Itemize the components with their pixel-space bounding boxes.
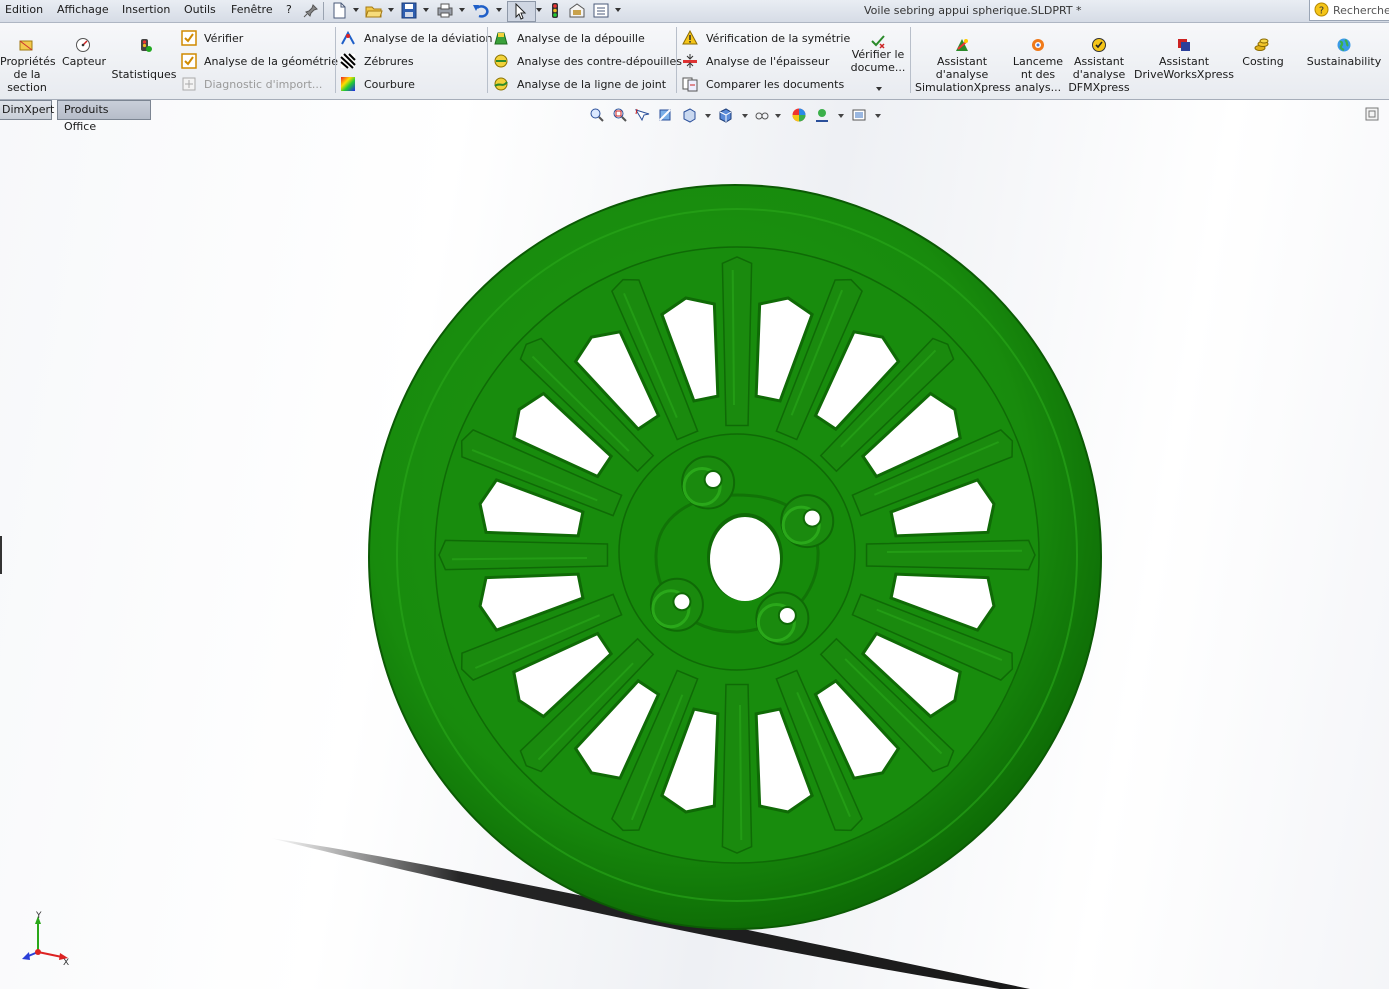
deviation-analysis-button[interactable]: Analyse de la déviation — [364, 32, 492, 45]
compare-documents-icon — [682, 77, 698, 92]
costing-button[interactable]: Costing — [1236, 55, 1290, 68]
triad-x-label: X — [63, 958, 69, 968]
sustainability-button[interactable]: Sustainability — [1302, 55, 1386, 68]
coordinate-triad: Y X — [22, 911, 69, 968]
curvature-icon — [341, 77, 355, 91]
verify-checkbox-icon — [181, 30, 197, 46]
chevron-down-icon[interactable] — [615, 8, 621, 12]
options-icon[interactable] — [568, 2, 586, 19]
section-properties-icon — [19, 40, 33, 51]
geometry-analysis-icon — [181, 53, 197, 69]
sustainability-globe-icon — [1337, 38, 1351, 52]
wheel-spoke-highlight — [452, 556, 588, 561]
chevron-down-icon[interactable] — [388, 8, 394, 12]
chevron-down-icon[interactable] — [536, 8, 542, 12]
thickness-analysis-icon — [683, 54, 697, 68]
draft-analysis-icon — [494, 32, 508, 45]
compare-documents-button[interactable]: Comparer les documents — [706, 78, 844, 91]
thickness-analysis-button[interactable]: Analyse de l'épaisseur — [706, 55, 829, 68]
driveworksxpress-icon — [1178, 39, 1190, 51]
symmetry-check-button[interactable]: Vérification de la symétrie — [706, 32, 850, 45]
wheel-spoke — [721, 683, 753, 854]
sensor-icon — [76, 38, 90, 52]
wheel-spoke-highlight — [731, 270, 736, 406]
pin-icon[interactable] — [302, 2, 320, 19]
undo-icon[interactable] — [472, 2, 490, 19]
deviation-analysis-icon — [341, 30, 355, 45]
chevron-down-icon[interactable] — [876, 87, 882, 91]
import-diagnostics-button[interactable]: Diagnostic d'import... — [204, 78, 322, 91]
lug-boss — [780, 494, 835, 549]
simulationxpress-icon — [956, 39, 968, 51]
verify-button[interactable]: Vérifier — [204, 32, 243, 45]
ribbon-separator — [676, 27, 677, 93]
print-icon[interactable] — [436, 2, 454, 19]
ribbon-separator — [910, 27, 911, 93]
search-placeholder[interactable]: Recherche — [1333, 4, 1389, 17]
dfmxpress-icon — [1092, 38, 1106, 52]
simulationxpress-button[interactable]: Assistant d'analyse SimulationXpress — [915, 55, 1011, 94]
lug-boss — [681, 455, 736, 510]
wheel-model[interactable] — [368, 184, 1102, 930]
chevron-down-icon[interactable] — [459, 8, 465, 12]
menu-bar: Edition Affichage Insertion Outils Fenêt… — [0, 0, 1389, 23]
lug-boss — [755, 591, 810, 646]
driveworksxpress-button[interactable]: Assistant DriveWorksXpress — [1134, 55, 1234, 81]
save-icon[interactable] — [400, 2, 418, 19]
wheel-spoke — [865, 539, 1036, 571]
geometry-analysis-button[interactable]: Analyse de la géométrie — [204, 55, 338, 68]
statistics-button[interactable]: Statistiques — [110, 68, 178, 81]
zebra-button[interactable]: Zébrures — [364, 55, 414, 68]
menu-insertion[interactable]: Insertion — [122, 3, 170, 16]
check-documents-icon — [871, 35, 885, 49]
chevron-down-icon[interactable] — [353, 8, 359, 12]
menu-affichage[interactable]: Affichage — [57, 3, 109, 16]
wheel-spoke — [438, 539, 609, 571]
chevron-down-icon[interactable] — [423, 8, 429, 12]
zebra-icon — [340, 53, 356, 69]
launch-analysis-button[interactable]: Lanceme nt des analys... — [1012, 55, 1064, 94]
cursor-arrow-icon — [515, 3, 527, 20]
dfmxpress-button[interactable]: Assistant d'analyse DFMXpress — [1066, 55, 1132, 94]
section-properties-button[interactable]: Propriétés de la section — [0, 55, 56, 94]
undercut-analysis-button[interactable]: Analyse des contre-dépouilles — [517, 55, 682, 68]
svg-text:?: ? — [1319, 6, 1324, 17]
menu-help[interactable]: ? — [286, 3, 292, 16]
wheel-spoke — [721, 256, 753, 427]
chevron-down-icon[interactable] — [496, 8, 502, 12]
menu-outils[interactable]: Outils — [184, 3, 216, 16]
parting-line-analysis-button[interactable]: Analyse de la ligne de joint — [517, 78, 666, 91]
undercut-analysis-icon — [494, 54, 508, 68]
menu-fenetre[interactable]: Fenêtre — [231, 3, 273, 16]
curvature-button[interactable]: Courbure — [364, 78, 415, 91]
select-tool[interactable] — [507, 1, 536, 22]
wheel-spoke-highlight — [738, 704, 743, 840]
launch-analysis-icon — [1032, 39, 1044, 51]
ribbon-separator — [487, 27, 488, 93]
draft-analysis-button[interactable]: Analyse de la dépouille — [517, 32, 645, 45]
customize-icon[interactable] — [592, 2, 610, 19]
new-document-icon[interactable] — [330, 2, 348, 19]
costing-coins-icon — [1254, 38, 1269, 51]
wheel-spoke-highlight — [886, 549, 1022, 554]
document-title: Voile sebring appui spherique.SLDPRT * — [864, 4, 1082, 17]
statistics-icon — [141, 39, 152, 52]
traffic-light-icon[interactable] — [546, 2, 564, 19]
triad-y-label: Y — [35, 911, 42, 921]
parting-line-analysis-icon — [494, 77, 508, 91]
model-scene[interactable]: Y X — [0, 100, 1389, 989]
symmetry-check-icon — [682, 30, 698, 45]
check-documents-button[interactable]: Vérifier le docume... — [848, 48, 908, 74]
lug-boss — [649, 577, 704, 632]
sensor-button[interactable]: Capteur — [58, 55, 110, 68]
help-search-icon: ? — [1314, 2, 1329, 17]
import-diagnostics-icon — [182, 77, 196, 91]
open-folder-icon[interactable] — [365, 2, 383, 19]
menu-edition[interactable]: Edition — [5, 3, 43, 16]
ribbon-separator — [335, 27, 336, 93]
center-bore — [710, 517, 780, 601]
